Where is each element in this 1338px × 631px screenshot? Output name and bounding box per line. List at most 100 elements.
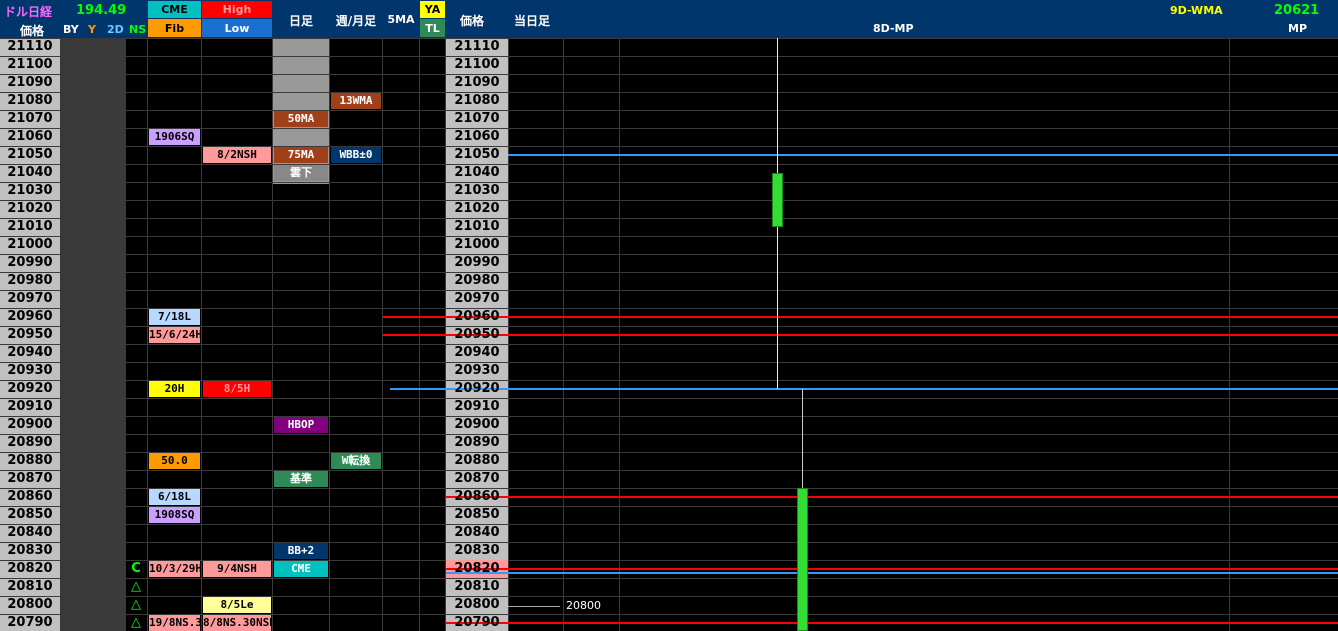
tag-w-wtenkan: W転換 <box>331 453 381 469</box>
price-label-right: 20900 <box>454 417 500 432</box>
col-2d-header: 2D <box>107 23 124 36</box>
level-line <box>390 388 1338 390</box>
price-label-right: 20880 <box>454 453 500 468</box>
tag-cme-8-8ns: 19/8NS.30NS <box>149 615 200 631</box>
level-line <box>446 622 1338 624</box>
mp-label: MP <box>1288 22 1308 35</box>
wma9-label: 9D-WMA <box>1170 4 1223 17</box>
price-label-right: 21020 <box>454 201 500 216</box>
ns-symbol: C <box>131 561 141 576</box>
mp8d-label: 8D-MP <box>873 22 914 35</box>
price-label: 20920 <box>7 381 53 396</box>
daily-header: 日足 <box>288 14 313 28</box>
price-label-right: 20960 <box>454 309 500 324</box>
price-header: 価格 <box>20 24 45 38</box>
price2-header: 価格 <box>460 14 485 28</box>
price-label: 20910 <box>7 399 53 414</box>
price-label-right: 20970 <box>454 291 500 306</box>
app-window: ドル日経 194.49 価格 BY Y 2D NS CME Fib High L… <box>0 0 1338 631</box>
price-label-right: 21060 <box>454 129 500 144</box>
price-label-right: 20890 <box>454 435 500 450</box>
price-label: 20970 <box>7 291 53 306</box>
price-label-right: 21080 <box>454 93 500 108</box>
price-label-right: 21030 <box>454 183 500 198</box>
price-label-right: 20990 <box>454 255 500 270</box>
tag-d-50ma: 50MA <box>274 111 328 127</box>
price-label: 21090 <box>7 75 53 90</box>
tag-cme-1908sq: 1908SQ <box>149 507 200 523</box>
price-label: 21050 <box>7 147 53 162</box>
column-line <box>125 38 126 631</box>
price-label: 20990 <box>7 255 53 270</box>
tag-d-bb2: BB+2 <box>274 543 328 559</box>
price-label: 20960 <box>7 309 53 324</box>
price-label: 20950 <box>7 327 53 342</box>
price-label: 20790 <box>7 615 53 630</box>
col-by-header: BY <box>63 23 79 36</box>
price-label: 20840 <box>7 525 53 540</box>
price-label: 20980 <box>7 273 53 288</box>
price-label-right: 20810 <box>454 579 500 594</box>
price-label: 20900 <box>7 417 53 432</box>
ns-symbol: △ <box>131 615 141 630</box>
price-label-right: 20910 <box>454 399 500 414</box>
tag-d-kijun: 基準 <box>274 471 328 487</box>
price-label-right: 20940 <box>454 345 500 360</box>
candle-body <box>797 488 808 631</box>
level-line <box>383 334 1338 336</box>
price-label-right: 21090 <box>454 75 500 90</box>
price-label-right: 20790 <box>454 615 500 630</box>
price-label: 20800 <box>7 597 53 612</box>
price-label-right: 20830 <box>454 543 500 558</box>
weekly-header: 週/月足 <box>335 14 377 28</box>
cme-header-label: CME <box>161 3 188 16</box>
price-label: 20820 <box>7 561 53 576</box>
price-label: 20940 <box>7 345 53 360</box>
price-label-right: 21040 <box>454 165 500 180</box>
price-label: 21000 <box>7 237 53 252</box>
price-label: 20860 <box>7 489 53 504</box>
level-line <box>446 568 1338 570</box>
column-line <box>329 38 330 631</box>
tag-hl-9-4nsh: 9/4NSH <box>203 561 271 577</box>
tag-hl-8-2nsh: 8/2NSH <box>203 147 271 163</box>
column-line <box>201 38 202 631</box>
price-label-right: 20840 <box>454 525 500 540</box>
column-line <box>82 38 83 631</box>
price-label-right: 20820 <box>454 561 500 576</box>
tag-d-75ma: 75MA <box>274 147 328 163</box>
price-label: 20930 <box>7 363 53 378</box>
price-label-right: 20980 <box>454 273 500 288</box>
price-label: 20880 <box>7 453 53 468</box>
tag-hl-8-5h: 8/5H <box>203 381 271 397</box>
column-line <box>104 38 105 631</box>
tag-cme-20h: 20H <box>149 381 200 397</box>
price-label: 20850 <box>7 507 53 522</box>
price-label-right: 21010 <box>454 219 500 234</box>
tag-w-13wma: 13WMA <box>331 93 381 109</box>
price-label: 21020 <box>7 201 53 216</box>
price-label: 21110 <box>7 39 53 54</box>
tag-d-cme: CME <box>274 561 328 577</box>
level-line <box>508 154 1338 156</box>
mp-marker-line <box>508 606 560 607</box>
price-label-right: 21050 <box>454 147 500 162</box>
price-label: 21080 <box>7 93 53 108</box>
col-ns-header: NS <box>129 23 147 36</box>
mp-marker-label: 20800 <box>566 599 601 612</box>
col-y-header: Y <box>88 23 96 36</box>
price-label-right: 20860 <box>454 489 500 504</box>
price-label: 21070 <box>7 111 53 126</box>
ya-header-label: YA <box>424 3 441 16</box>
price-label-right: 21110 <box>454 39 500 54</box>
price-label-right: 20950 <box>454 327 500 342</box>
tag-cme-1906sq: 1906SQ <box>149 129 200 145</box>
tag-cme-10-3-29h: 10/3/29H <box>149 561 200 577</box>
tl-header-label: TL <box>425 22 440 35</box>
column-line <box>147 38 148 631</box>
price-label-right: 21000 <box>454 237 500 252</box>
price-label: 20870 <box>7 471 53 486</box>
tag-hl-8-ns30ns: 8/8NS.30NSH <box>203 615 271 631</box>
price-label: 21030 <box>7 183 53 198</box>
ns-symbol: △ <box>131 579 141 594</box>
